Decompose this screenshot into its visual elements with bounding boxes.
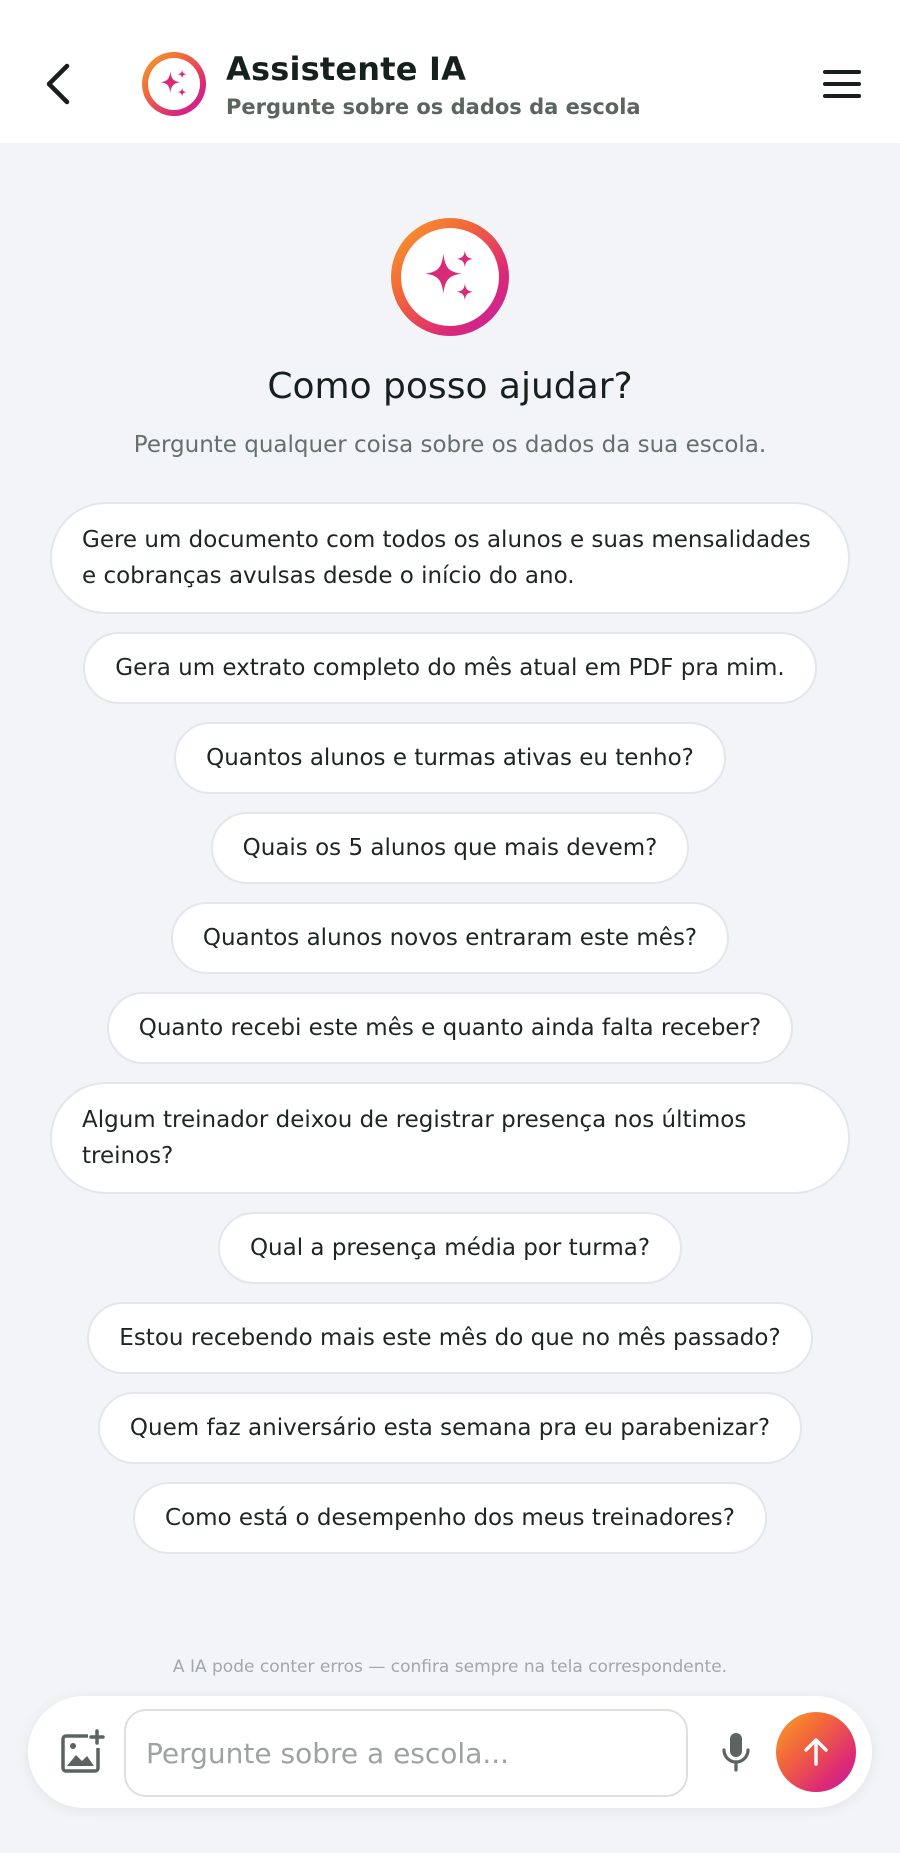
- suggestion-chip[interactable]: Qual a presença média por turma?: [217, 1212, 683, 1284]
- suggestion-list: Gere um documento com todos os alunos e …: [50, 502, 850, 1554]
- disclaimer-text: A IA pode conter erros — confira sempre …: [172, 1657, 728, 1677]
- arrow-up-icon: [804, 1738, 828, 1766]
- suggestion-chip[interactable]: Quantos alunos novos entraram este mês?: [170, 902, 730, 974]
- suggestion-chip[interactable]: Quantos alunos e turmas ativas eu tenho?: [174, 722, 726, 794]
- suggestion-chip[interactable]: Algum treinador deixou de registrar pres…: [50, 1082, 850, 1194]
- suggestion-chip[interactable]: Quanto recebi este mês e quanto ainda fa…: [106, 992, 794, 1064]
- page-subtitle: Pergunte sobre os dados da escola: [226, 95, 641, 119]
- assistant-logo: [142, 52, 206, 116]
- suggestion-chip[interactable]: Gera um extrato completo do mês atual em…: [83, 632, 817, 704]
- page-title: Assistente IA: [226, 50, 467, 88]
- sparkles-icon: [425, 250, 474, 301]
- microphone-icon: [722, 1733, 750, 1772]
- hero-logo: [391, 218, 509, 336]
- sparkles-icon: [160, 69, 187, 97]
- back-button[interactable]: [30, 52, 86, 116]
- send-button[interactable]: [776, 1712, 856, 1792]
- menu-button[interactable]: [816, 62, 868, 106]
- hero-title: Como posso ajudar?: [267, 366, 633, 407]
- add-image-icon: [61, 1729, 105, 1773]
- suggestion-chip[interactable]: Estou recebendo mais este mês do que no …: [87, 1302, 813, 1374]
- chevron-left-icon: [46, 63, 70, 105]
- suggestion-chip[interactable]: Quem faz aniversário esta semana pra eu …: [97, 1392, 803, 1464]
- message-composer: [28, 1696, 872, 1808]
- suggestion-chip[interactable]: Gere um documento com todos os alunos e …: [50, 502, 850, 614]
- hero-subtitle: Pergunte qualquer coisa sobre os dados d…: [133, 432, 767, 458]
- suggestion-chip[interactable]: Como está o desempenho dos meus treinado…: [133, 1482, 767, 1554]
- app-header: Assistente IA Pergunte sobre os dados da…: [0, 0, 900, 143]
- microphone-button[interactable]: [710, 1726, 762, 1778]
- attach-image-button[interactable]: [56, 1726, 108, 1778]
- hamburger-menu-icon: [823, 70, 861, 74]
- suggestion-chip[interactable]: Quais os 5 alunos que mais devem?: [210, 812, 690, 884]
- chat-input[interactable]: [124, 1709, 688, 1797]
